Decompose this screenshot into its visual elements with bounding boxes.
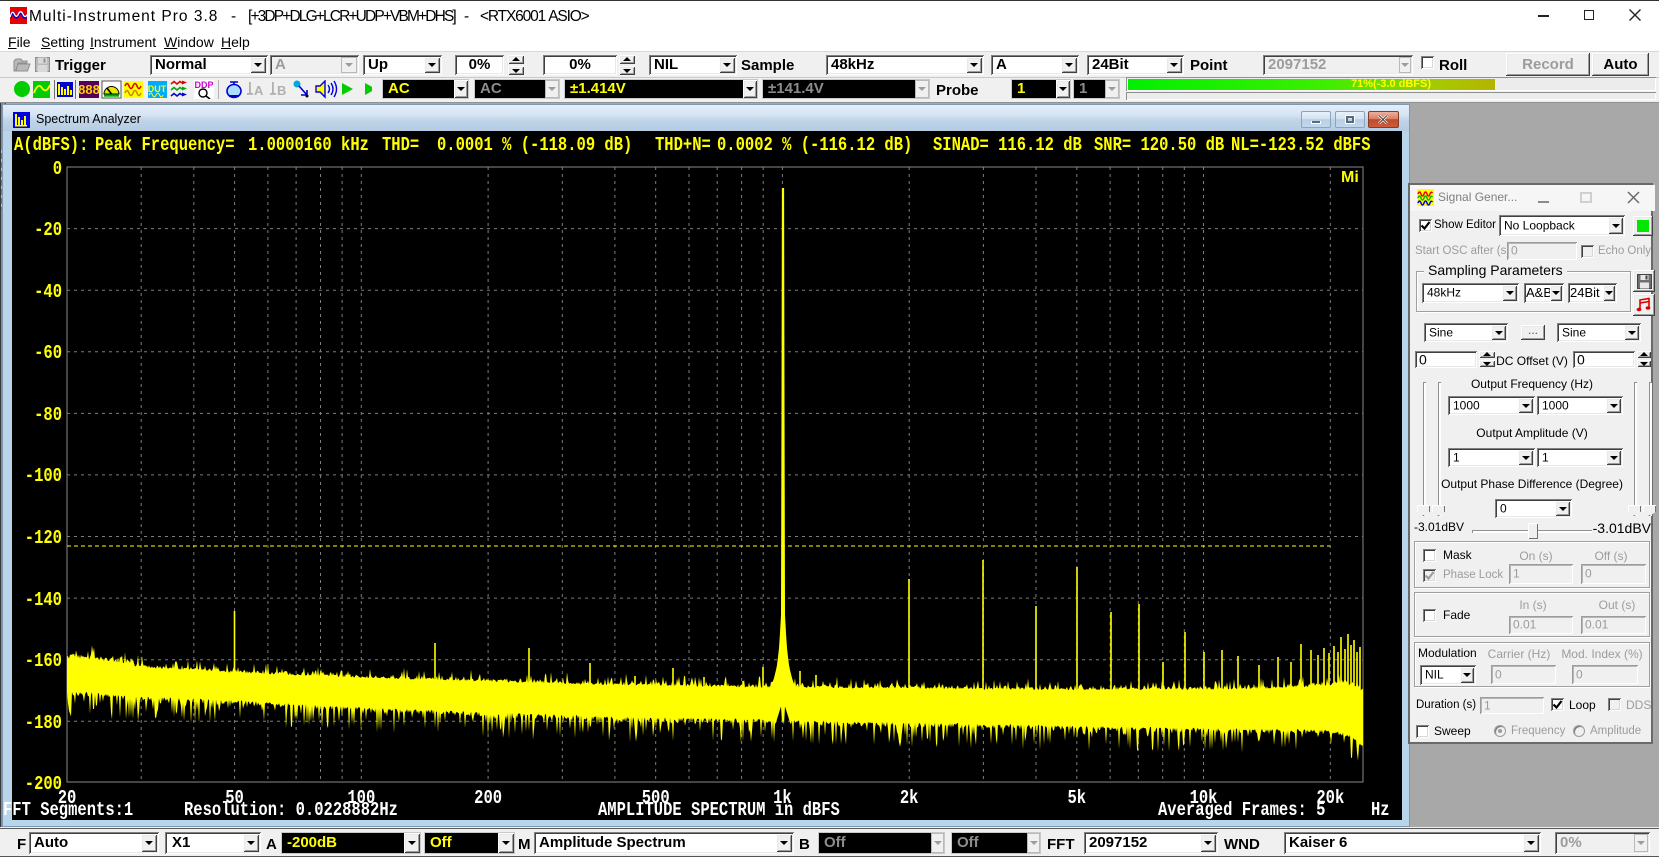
svg-text:888: 888 [78, 82, 100, 97]
svg-text:A: A [254, 83, 264, 98]
svg-text:DUT: DUT [148, 84, 167, 94]
svg-text:B: B [277, 83, 286, 98]
